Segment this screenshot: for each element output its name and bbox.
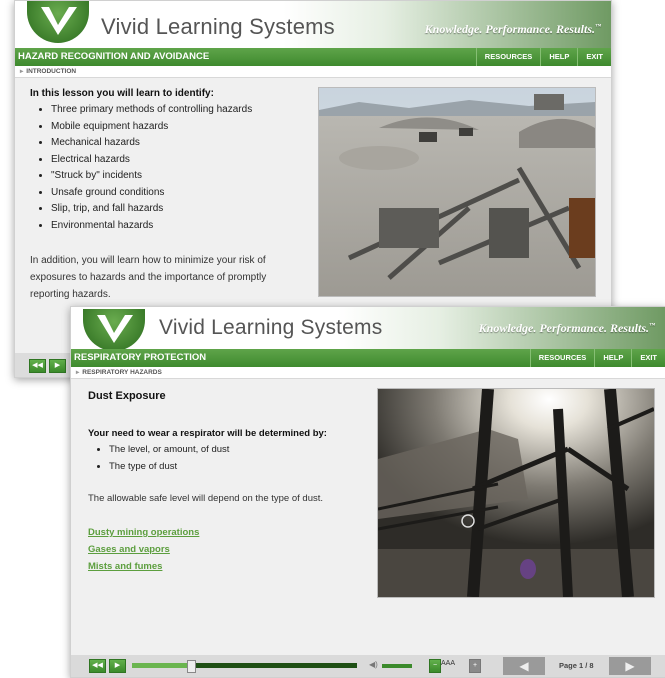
list-item: The level, or amount, of dust <box>109 442 229 459</box>
course-titlebar: HAZARD RECOGNITION AND AVOIDANCE RESOURC… <box>15 48 611 66</box>
course-titlebar: RESPIRATORY PROTECTION RESOURCES HELP EX… <box>71 349 665 367</box>
volume-icon[interactable]: ◀) <box>369 660 378 669</box>
lesson-paragraph: In addition, you will learn how to minim… <box>30 255 267 300</box>
page-indicator: Page 1 / 8 <box>559 661 594 670</box>
list-item: Mobile equipment hazards <box>51 119 252 136</box>
brand-name: Vivid Learning Systems <box>159 316 383 339</box>
seek-bar[interactable] <box>132 660 357 673</box>
play-icon[interactable]: ▶ <box>49 359 66 373</box>
course-title: RESPIRATORY PROTECTION <box>74 352 207 363</box>
rewind-icon[interactable]: ◀◀ <box>29 359 46 373</box>
lesson-paragraph: The allowable safe level will depend on … <box>88 493 324 504</box>
player-controls: ◀◀ ▶ ◀) − AAA + ◀ Page 1 / 8 ▶ <box>71 655 665 677</box>
breadcrumb-section: INTRODUCTION <box>26 68 77 75</box>
objectives-list: Three primary methods of controlling haz… <box>37 102 252 234</box>
chevron-right-icon: ▸ <box>20 68 24 75</box>
list-item: Electrical hazards <box>51 152 252 169</box>
header: Vivid Learning Systems Knowledge. Perfor… <box>15 1 611 48</box>
list-item: Unsafe ground conditions <box>51 185 252 202</box>
link-gases-vapors[interactable]: Gases and vapors <box>88 544 170 555</box>
exit-button[interactable]: EXIT <box>577 48 611 66</box>
header: Vivid Learning Systems Knowledge. Perfor… <box>71 307 665 351</box>
rewind-icon[interactable]: ◀◀ <box>89 659 106 673</box>
list-item: "Struck by" incidents <box>51 168 252 185</box>
list-item: Slip, trip, and fall hazards <box>51 201 252 218</box>
lesson-heading: In this lesson you will learn to identif… <box>30 88 214 99</box>
exit-button[interactable]: EXIT <box>631 349 665 367</box>
quarry-photo <box>318 87 596 297</box>
help-button[interactable]: HELP <box>540 48 577 66</box>
brand-tagline: Knowledge. Performance. Results.™ <box>424 22 601 36</box>
play-icon[interactable]: ▶ <box>109 659 126 673</box>
volume-slider[interactable] <box>382 664 412 668</box>
text-size-label: AAA <box>441 660 456 667</box>
brand-name: Vivid Learning Systems <box>101 14 335 39</box>
lesson-content: Dust Exposure Your need to wear a respir… <box>71 379 665 655</box>
dust-photo <box>377 388 655 598</box>
factors-list: The level, or amount, of dust The type o… <box>95 442 229 475</box>
resources-button[interactable]: RESOURCES <box>529 349 595 367</box>
breadcrumb-section: RESPIRATORY HAZARDS <box>82 369 162 376</box>
top-nav: RESOURCES HELP EXIT <box>475 48 611 66</box>
course-title: HAZARD RECOGNITION AND AVOIDANCE <box>18 51 210 62</box>
resources-button[interactable]: RESOURCES <box>475 48 541 66</box>
seek-progress <box>132 663 191 668</box>
link-dusty-mining[interactable]: Dusty mining operations <box>88 527 199 538</box>
vivid-logo <box>27 1 89 43</box>
top-nav: RESOURCES HELP EXIT <box>529 349 665 367</box>
list-item: Three primary methods of controlling haz… <box>51 102 252 119</box>
next-page-button[interactable]: ▶ <box>609 657 651 675</box>
seek-handle[interactable] <box>186 660 196 673</box>
brand-tagline: Knowledge. Performance. Results.™ <box>478 321 655 335</box>
page-title: Dust Exposure <box>88 390 166 402</box>
chevron-right-icon: ▸ <box>76 369 80 376</box>
list-item: The type of dust <box>109 459 229 476</box>
increase-text-icon[interactable]: + <box>469 659 481 673</box>
breadcrumb: ▸ INTRODUCTION <box>15 66 611 78</box>
lesson-lead: Your need to wear a respirator will be d… <box>88 428 327 439</box>
breadcrumb: ▸ RESPIRATORY HAZARDS <box>71 367 665 379</box>
list-item: Mechanical hazards <box>51 135 252 152</box>
decrease-text-icon[interactable]: − <box>429 659 441 673</box>
vivid-logo <box>83 309 145 351</box>
help-button[interactable]: HELP <box>594 349 631 367</box>
prev-page-button[interactable]: ◀ <box>503 657 545 675</box>
link-mists-fumes[interactable]: Mists and fumes <box>88 561 162 572</box>
lesson-window-respiratory: Vivid Learning Systems Knowledge. Perfor… <box>70 306 665 678</box>
list-item: Environmental hazards <box>51 218 252 235</box>
